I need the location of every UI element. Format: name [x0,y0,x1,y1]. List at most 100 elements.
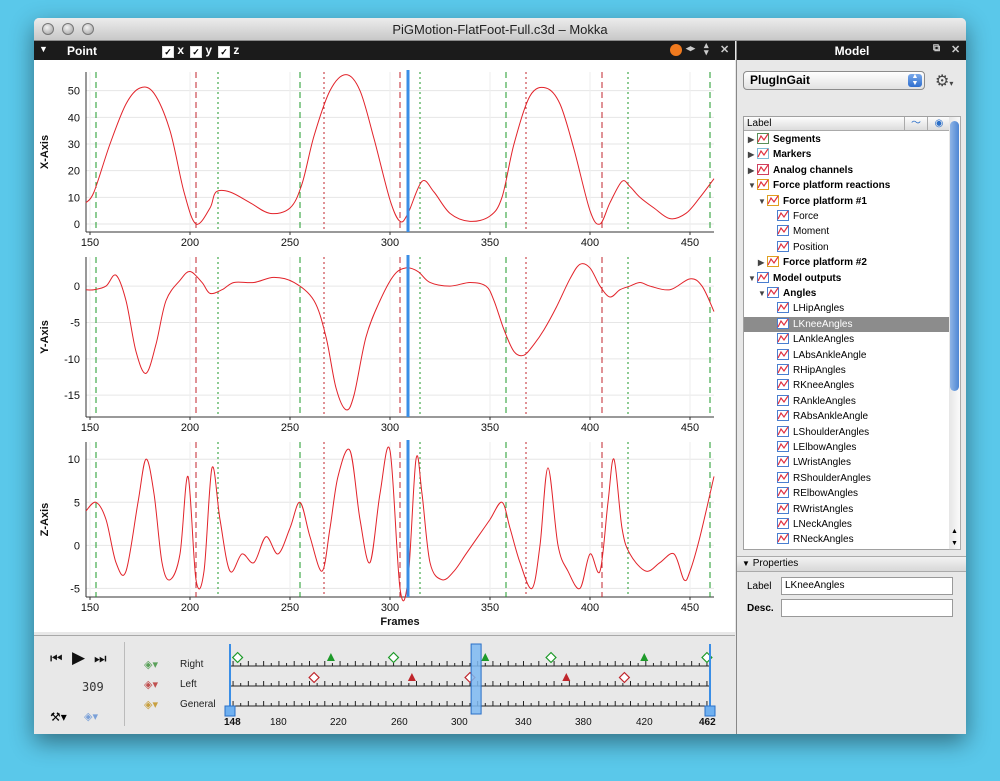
tree-scrollbar[interactable]: ▲ ▼ [949,116,961,550]
tree-item-label: Segments [773,134,821,145]
tree-item-label: Force platform #2 [783,257,867,269]
mokka-window: PiGMotion-FlatFoot-Full.c3d – Mokka ▼ Po… [34,18,966,734]
foot-off-event-icon [618,671,631,684]
gear-icon[interactable]: ⚙▾ [935,71,953,91]
x-tick-label: 400 [581,422,599,434]
tree-item[interactable]: LKneeAngles [744,316,950,333]
foot-off-event-icon [545,651,557,664]
y-axis-label: X-Axis [39,135,51,169]
y-tick-label: 0 [74,281,80,293]
expanded-arrow-icon[interactable]: ▼ [758,286,767,301]
point-plots[interactable]: 01020304050150 200 250 300 350 400 450X-Axis-1… [34,60,735,632]
x-tick-label: 200 [181,422,199,434]
plot-panel: -5 0 5 10 150 200 250 300 350 400 450 Z-Axis Frames [39,440,715,628]
tree-item[interactable]: ▼ Model outputs [744,271,950,286]
vertical-split-icon[interactable]: ▴ ▾ [704,41,709,57]
timeline-tick-label: 420 [636,717,653,728]
horizontal-split-icon[interactable]: ◂▸ [686,43,695,54]
tree-item-label: LHipAngles [793,303,845,315]
tree-item[interactable]: Position [744,240,950,255]
tree-item[interactable]: ▼ Force platform #1 [744,194,950,209]
chart-icon [777,225,789,237]
tree-item[interactable]: ▶ Markers [744,147,950,162]
eye-icon[interactable]: ◉ [927,117,950,130]
orange-options-icon[interactable] [670,44,682,56]
marker-icon [757,148,769,160]
tree-item[interactable]: ▼ Force platform reactions [744,178,950,193]
label-field[interactable]: LKneeAngles [781,577,953,595]
tree-item[interactable]: LElbowAngles [744,440,950,455]
tree-item-label: RAnkleAngles [793,395,856,407]
description-field[interactable] [781,599,953,617]
tree-item[interactable]: RNeckAngles [744,532,950,547]
desc-caption: Desc. [747,603,774,614]
x-tick-label: 150 [81,602,99,614]
tree-item-label: RHipAngles [793,365,846,376]
chart-icon [767,287,779,298]
collapsed-arrow-icon[interactable]: ▶ [748,147,757,162]
chart-icon [777,379,789,391]
tree-item[interactable]: ▶ Force platform #2 [744,255,950,270]
collapsed-arrow-icon[interactable]: ▶ [748,163,757,178]
force-platform-icon [757,179,769,191]
x-tick-label: 350 [481,422,499,434]
tree-item[interactable]: RShoulderAngles [744,471,950,486]
tree-item[interactable]: ▼ Angles [744,286,950,301]
expanded-arrow-icon[interactable]: ▼ [758,194,767,209]
expanded-arrow-icon[interactable]: ▼ [748,271,757,286]
timeline-tick-label: 220 [330,717,347,728]
close-icon[interactable]: ✕ [720,43,729,56]
tree-item[interactable]: RKneeAngles [744,378,950,393]
tree-item-label: Angles [783,288,817,299]
model-select[interactable]: PlugInGait ▲ ▼ [743,71,925,90]
detach-icon[interactable]: ⧉ [933,43,940,54]
tree-item-label: LNeckAngles [793,519,852,530]
checkbox-x[interactable]: ✓ x [162,43,184,58]
expanded-arrow-icon[interactable]: ▼ [748,178,757,193]
x-tick-label: 450 [681,237,699,249]
chart-icon [777,471,789,483]
checkbox-y[interactable]: ✓ y [190,43,212,58]
collapse-icon: ▼ [742,559,750,568]
timeline-tick-label: 300 [451,717,468,728]
tree-item[interactable]: ▶ Segments [744,132,950,147]
tree-item[interactable]: LHipAngles [744,301,950,316]
tree-item[interactable]: LNeckAngles [744,517,950,532]
timeline-tick-label: 260 [391,717,408,728]
model-tree[interactable]: Label 〜 ◉ ▶ Segments ▶ Markers ▶ Analog chann… [743,116,951,550]
chart-icon [777,456,789,468]
scroll-up-icon[interactable]: ▲ [951,528,958,535]
tree-item[interactable]: ▶ Analog channels [744,163,950,178]
scroll-down-icon[interactable]: ▼ [951,540,958,547]
x-tick-label: 150 [81,237,99,249]
tree-item[interactable]: LShoulderAngles [744,425,950,440]
tree-item-label: LShoulderAngles [793,426,870,438]
chart-icon [777,333,789,345]
x-tick-label: 200 [181,237,199,249]
tree-item[interactable]: LAbsAnkleAngle [744,348,950,363]
tree-item-label: LKneeAngles [793,318,853,330]
tree-item[interactable]: RAnkleAngles [744,394,950,409]
event-timeline[interactable] [34,636,735,734]
tree-item[interactable]: RElbowAngles [744,486,950,501]
tree-item[interactable]: RHipAngles [744,363,950,378]
x-tick-label: 350 [481,602,499,614]
visibility-curve-icon[interactable]: 〜 [904,117,927,130]
close-icon[interactable]: ✕ [951,43,960,56]
properties-header[interactable]: ▼ Properties [737,556,966,572]
tree-item[interactable]: Force [744,209,950,224]
collapsed-arrow-icon[interactable]: ▶ [758,255,767,270]
tree-item[interactable]: Moment [744,224,950,239]
tree-header[interactable]: Label 〜 ◉ [744,117,950,131]
tree-item[interactable]: LWristAngles [744,455,950,470]
tree-item[interactable]: RAbsAnkleAngle [744,409,950,424]
checkbox-z[interactable]: ✓ z [218,43,239,58]
collapsed-arrow-icon[interactable]: ▶ [748,132,757,147]
pane-menu-icon[interactable]: ▼ [39,44,48,54]
tree-item-label: LElbowAngles [793,442,857,453]
x-tick-label: 200 [181,602,199,614]
tree-item[interactable]: LAnkleAngles [744,332,950,347]
tree-item[interactable]: RWristAngles [744,502,950,517]
chart-icon [777,410,789,422]
tree-scrollbar-thumb[interactable] [950,121,959,391]
